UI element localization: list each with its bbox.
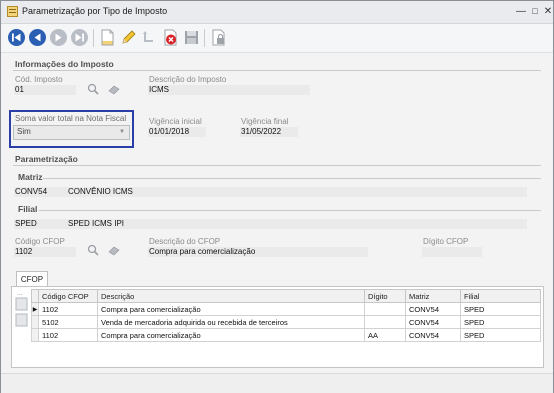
vigencia-final-label: Vigência final — [241, 117, 289, 126]
digito-cfop-label: Dígito CFOP — [423, 237, 469, 246]
table-row[interactable]: 5102 Venda de mercadoria adquirida ou re… — [31, 315, 541, 329]
section-informacoes-title: Informações do Imposto — [15, 59, 114, 69]
soma-valor-select[interactable]: Sim ▼ — [13, 125, 130, 140]
cell-descricao[interactable]: Compra para comercialização — [97, 328, 365, 342]
toolbar — [1, 24, 553, 53]
digito-cfop-field[interactable] — [422, 247, 482, 257]
chevron-down-icon: ▼ — [119, 129, 125, 135]
lock-icon[interactable] — [209, 28, 228, 47]
status-bar — [1, 373, 553, 393]
desc-imposto-label: Descrição do Imposto — [149, 75, 227, 84]
section-matriz-title: Matriz — [18, 172, 43, 182]
cod-imposto-label: Cód. Imposto — [15, 75, 63, 84]
app-icon — [7, 6, 18, 17]
filial-description: SPED ICMS IPI — [68, 219, 125, 228]
cell-filial[interactable]: SPED — [460, 315, 541, 329]
search-icon[interactable] — [87, 83, 101, 95]
codigo-cfop-value: 1102 — [15, 247, 33, 256]
table-row[interactable]: 1102 Compra para comercialização AA CONV… — [31, 328, 541, 342]
cell-matriz[interactable]: CONV54 — [405, 328, 461, 342]
close-icon[interactable]: ✕ — [541, 5, 554, 18]
descricao-cfop-value: Compra para comercialização — [149, 247, 256, 256]
table-row[interactable]: ▶ 1102 Compra para comercialização CONV5… — [31, 302, 541, 316]
cod-imposto-value: 01 — [15, 85, 24, 94]
cell-matriz[interactable]: CONV54 — [405, 302, 461, 316]
cell-descricao[interactable]: Compra para comercialização — [97, 302, 365, 316]
vigencia-inicial-value: 01/01/2018 — [149, 127, 190, 136]
cell-descricao[interactable]: Venda de mercadoria adquirida ou recebid… — [97, 315, 365, 329]
maximize-icon[interactable]: □ — [528, 5, 542, 18]
save-disk-icon[interactable] — [182, 28, 201, 47]
search-icon[interactable] — [87, 244, 101, 256]
divider — [43, 178, 541, 179]
first-record-icon[interactable] — [7, 28, 26, 47]
cell-codigo[interactable]: 1102 — [38, 302, 98, 316]
row-header-cell — [31, 315, 39, 329]
soma-valor-selected: Sim — [17, 127, 31, 136]
undo-icon[interactable] — [140, 28, 159, 47]
previous-record-icon[interactable] — [28, 28, 47, 47]
section-parametrizacao-title: Parametrização — [15, 154, 78, 164]
divider — [13, 70, 541, 71]
vigencia-final-value: 31/05/2022 — [241, 127, 282, 136]
row-header-cell — [31, 289, 39, 303]
vigencia-inicial-label: Vigência inicial — [149, 117, 202, 126]
title-bar: Parametrização por Tipo de Imposto — □ ✕ — [1, 1, 553, 24]
grid-side-toolbar: ... — [15, 290, 28, 327]
matriz-description: CONVÊNIO ICMS — [68, 187, 133, 196]
new-document-icon[interactable] — [98, 28, 117, 47]
eraser-icon[interactable] — [107, 244, 121, 256]
cfop-grid: Código CFOP Descrição Dígito Matriz Fili… — [31, 289, 541, 342]
grid-header-row: Código CFOP Descrição Dígito Matriz Fili… — [31, 289, 541, 303]
main-window: Parametrização por Tipo de Imposto — □ ✕ — [0, 0, 554, 393]
divider — [39, 210, 541, 211]
cell-filial[interactable]: SPED — [460, 302, 541, 316]
cell-codigo[interactable]: 1102 — [38, 328, 98, 342]
soma-valor-label: Soma valor total na Nota Fiscal — [15, 114, 127, 123]
filial-code: SPED — [15, 219, 37, 228]
cell-digito[interactable] — [364, 315, 406, 329]
next-record-icon[interactable] — [49, 28, 68, 47]
column-header-codigo[interactable]: Código CFOP — [38, 289, 98, 303]
edit-pencil-icon[interactable] — [119, 28, 138, 47]
cell-digito[interactable]: AA — [364, 328, 406, 342]
cell-digito[interactable] — [364, 302, 406, 316]
column-header-filial[interactable]: Filial — [460, 289, 541, 303]
codigo-cfop-label: Código CFOP — [15, 237, 65, 246]
cell-codigo[interactable]: 5102 — [38, 315, 98, 329]
descricao-cfop-label: Descrição do CFOP — [149, 237, 221, 246]
window-title: Parametrização por Tipo de Imposto — [22, 6, 168, 16]
desc-imposto-value: ICMS — [149, 85, 169, 94]
last-record-icon[interactable] — [70, 28, 89, 47]
column-header-matriz[interactable]: Matriz — [405, 289, 461, 303]
divider — [13, 165, 541, 166]
cell-filial[interactable]: SPED — [460, 328, 541, 342]
column-header-digito[interactable]: Dígito — [364, 289, 406, 303]
matriz-code: CONV54 — [15, 187, 48, 196]
eraser-icon[interactable] — [107, 83, 121, 95]
minimize-icon[interactable]: — — [514, 5, 528, 18]
section-filial-title: Filial — [18, 204, 38, 214]
cell-matriz[interactable]: CONV54 — [405, 315, 461, 329]
desc-imposto-field — [148, 85, 310, 95]
row-header-cell — [31, 328, 39, 342]
current-row-arrow-icon: ▶ — [31, 302, 39, 316]
column-header-descricao[interactable]: Descrição — [97, 289, 365, 303]
svg-text:...: ... — [17, 290, 23, 297]
delete-icon[interactable] — [161, 28, 180, 47]
